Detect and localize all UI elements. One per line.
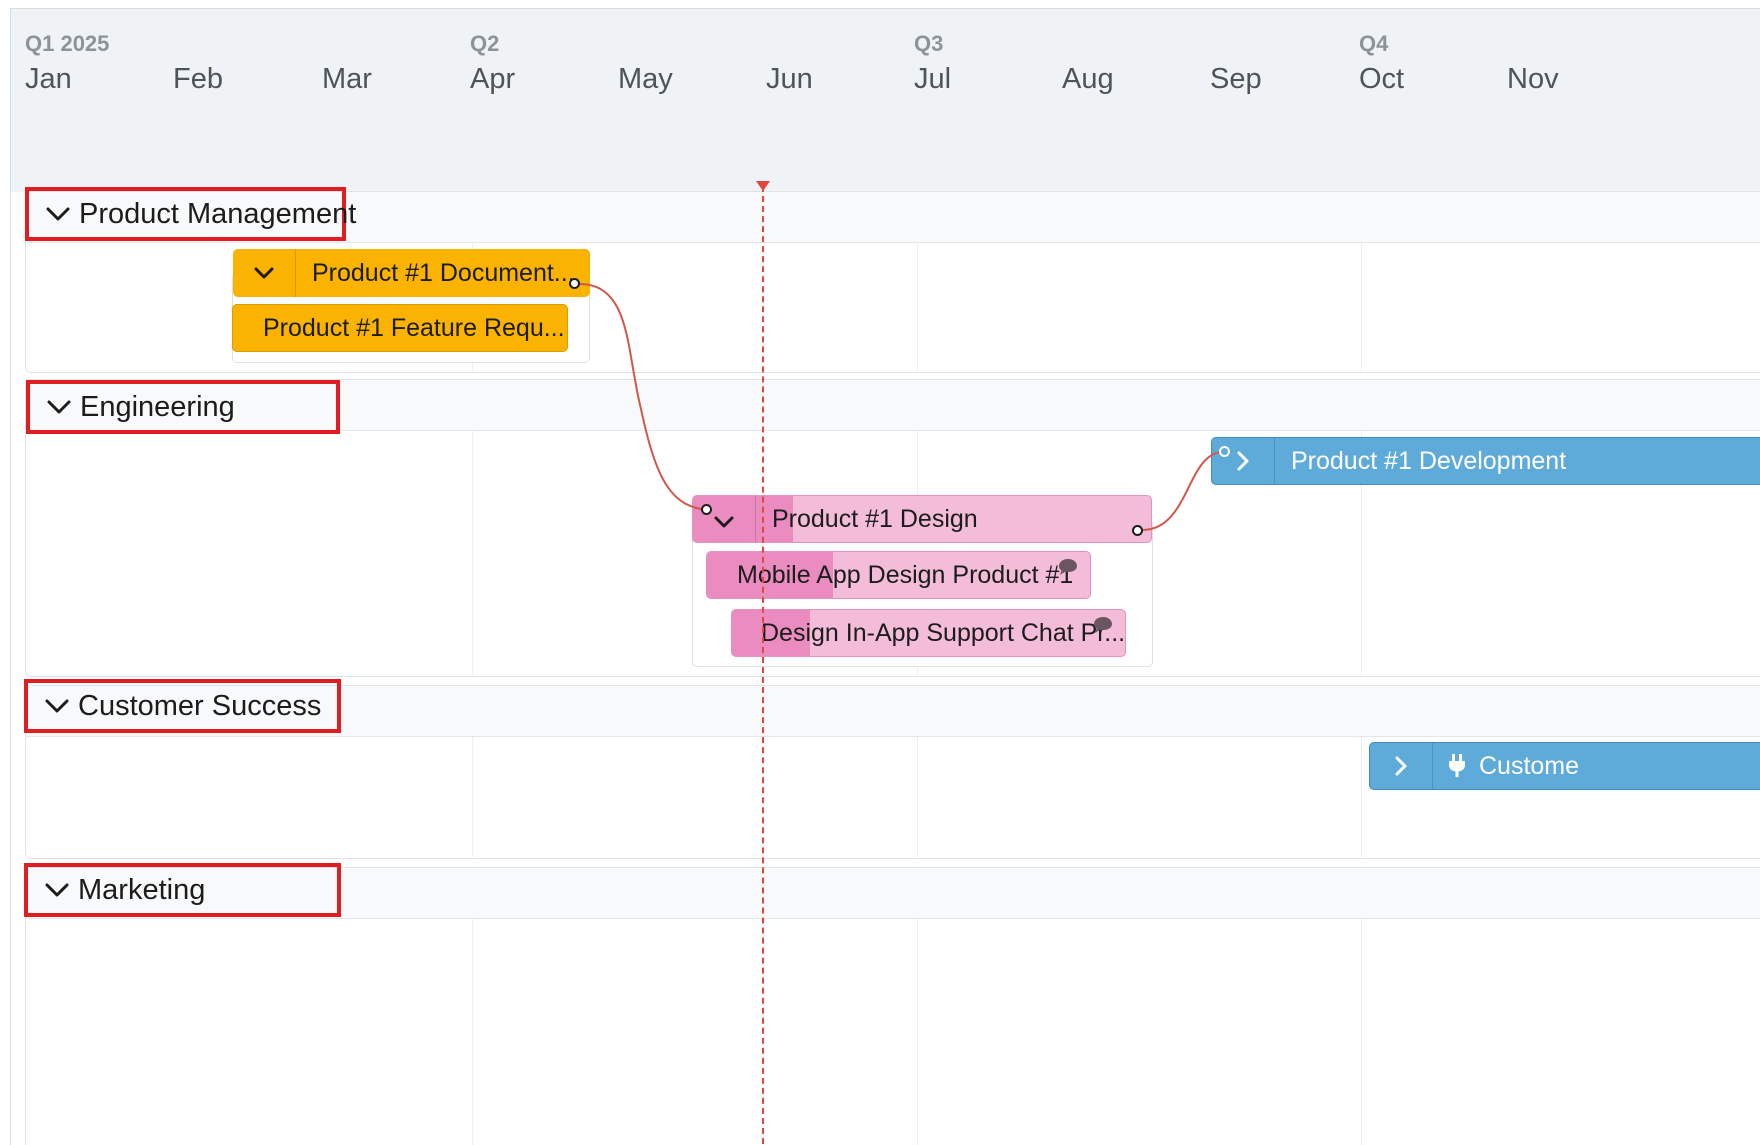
dependency-handle[interactable] (569, 278, 580, 289)
section-toggle-engineering[interactable]: Engineering (26, 380, 340, 434)
section-toggle-marketing[interactable]: Marketing (24, 863, 341, 917)
month-label: Oct (1359, 63, 1405, 95)
chevron-down-icon (46, 207, 70, 221)
roadmap-timeline: Q1 2025 Q2 Q3 Q4 Jan Feb Mar Apr May Jun… (10, 8, 1760, 1145)
grid-line (917, 919, 918, 1145)
chevron-right-icon (1395, 756, 1407, 776)
grid-line (472, 737, 473, 857)
month-label: Jan (25, 63, 72, 95)
grid-line (472, 431, 473, 675)
month-label: Nov (1507, 63, 1559, 95)
grid-line (1361, 737, 1362, 857)
plug-icon (1449, 754, 1465, 777)
timeline-header: Q1 2025 Q2 Q3 Q4 Jan Feb Mar Apr May Jun… (11, 9, 1760, 192)
task-bar-product-development[interactable]: Product #1 Development (1211, 437, 1760, 485)
task-bar-product-documentation[interactable]: Product #1 Document... (233, 249, 590, 297)
section-title: Engineering (80, 390, 235, 423)
task-label: Mobile App Design Product #1 (737, 560, 1074, 589)
quarter-label: Q3 (914, 31, 944, 56)
section-title: Marketing (78, 873, 206, 906)
chevron-down-icon (45, 883, 69, 897)
chevron-down-icon (714, 516, 734, 528)
section-title: Product Management (79, 197, 357, 230)
grid-line (917, 737, 918, 857)
expand-toggle[interactable] (1212, 438, 1275, 484)
section-toggle-customer-success[interactable]: Customer Success (24, 679, 341, 733)
task-label: Product #1 Design (772, 504, 978, 533)
quarter-label: Q1 2025 (25, 31, 110, 56)
chevron-down-icon (45, 699, 69, 713)
task-bar-customer[interactable]: Custome (1369, 742, 1760, 790)
task-label: Design In-App Support Chat Pr... (761, 618, 1126, 647)
chevron-down-icon (47, 400, 71, 414)
task-bar-product-design[interactable]: Product #1 Design (692, 495, 1152, 543)
grid-line (472, 919, 473, 1145)
comment-icon[interactable] (1058, 558, 1078, 576)
grid-line (1361, 243, 1362, 371)
chevron-right-icon (1237, 451, 1249, 471)
dependency-handle[interactable] (701, 504, 712, 515)
month-label: Mar (322, 63, 372, 95)
quarter-label: Q4 (1359, 31, 1389, 56)
dependency-handle[interactable] (1219, 446, 1230, 457)
expand-toggle[interactable] (1370, 743, 1433, 789)
comment-icon[interactable] (1093, 616, 1113, 634)
grid-line (1361, 919, 1362, 1145)
section-toggle-product-management[interactable]: Product Management (25, 187, 356, 241)
today-line (762, 186, 764, 1144)
task-label: Product #1 Development (1291, 446, 1567, 475)
month-label: Sep (1210, 63, 1262, 95)
task-label: Product #1 Feature Requ... (263, 313, 565, 342)
month-label: Jul (914, 63, 952, 95)
task-bar-feature-requests[interactable]: Product #1 Feature Requ... (232, 304, 568, 352)
expand-toggle[interactable] (233, 249, 296, 297)
month-label: May (618, 63, 673, 95)
chevron-down-icon (254, 267, 274, 279)
month-label: Feb (173, 63, 223, 95)
task-bar-support-chat-design[interactable]: Design In-App Support Chat Pr... (731, 609, 1126, 657)
month-label: Jun (766, 63, 813, 95)
quarter-label: Q2 (470, 31, 500, 56)
section-title: Customer Success (78, 689, 322, 722)
dependency-handle[interactable] (1132, 525, 1143, 536)
month-label: Aug (1062, 63, 1114, 95)
expand-toggle[interactable] (693, 496, 756, 542)
task-label: Product #1 Document... (312, 258, 575, 287)
month-label: Apr (470, 63, 516, 95)
grid-line (917, 243, 918, 371)
task-label: Custome (1479, 751, 1580, 780)
